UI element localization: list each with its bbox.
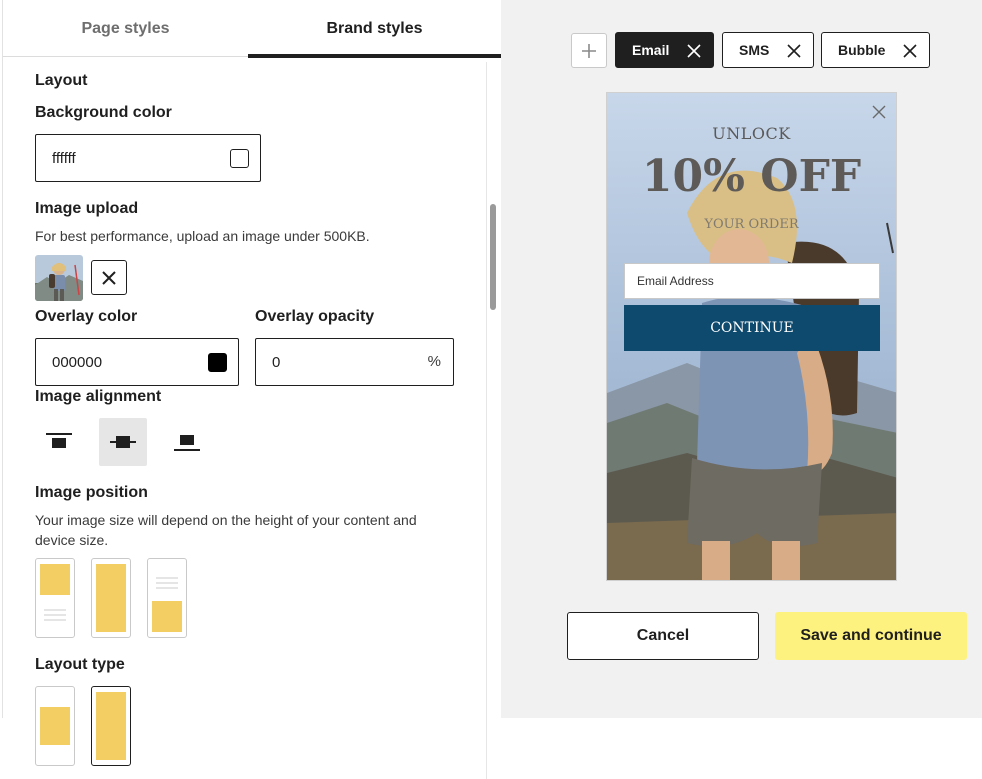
- align-bottom-button[interactable]: [163, 418, 211, 466]
- text-line: [156, 587, 178, 589]
- image-block: [40, 564, 70, 595]
- preview-email-input[interactable]: Email Address: [624, 263, 880, 299]
- align-top-icon: [46, 433, 72, 448]
- layout-type-label: Layout type: [35, 656, 125, 673]
- cancel-button[interactable]: Cancel: [567, 612, 759, 660]
- text-line: [156, 577, 178, 579]
- channel-chip-email[interactable]: Email: [615, 32, 714, 68]
- image-alignment-label: Image alignment: [35, 388, 162, 405]
- plus-icon: [582, 43, 596, 58]
- background-color-swatch[interactable]: [230, 149, 249, 168]
- image-position-bottom-option[interactable]: [147, 558, 187, 638]
- align-center-icon: [110, 436, 136, 448]
- popup-preview: UNLOCK 10% OFF YOUR ORDER Email Address …: [606, 92, 897, 581]
- layout-heading: Layout: [35, 72, 88, 89]
- align-center-button[interactable]: [99, 418, 147, 466]
- panel-border: [2, 0, 3, 718]
- overlay-opacity-label: Overlay opacity: [255, 308, 375, 325]
- overlay-opacity-input[interactable]: 0 %: [255, 338, 454, 386]
- image-position-full-option[interactable]: [91, 558, 131, 638]
- close-icon[interactable]: [687, 44, 701, 58]
- image-upload-help: For best performance, upload an image un…: [35, 228, 370, 244]
- text-line: [44, 609, 66, 611]
- tab-page-styles[interactable]: Page styles: [3, 0, 248, 57]
- background-color-input[interactable]: ffffff: [35, 134, 261, 182]
- image-upload-label: Image upload: [35, 200, 139, 217]
- image-position-label: Image position: [35, 484, 148, 501]
- save-and-continue-button[interactable]: Save and continue: [775, 612, 967, 660]
- overlay-opacity-value: 0: [272, 353, 281, 371]
- chip-label: Email: [632, 42, 670, 58]
- chip-label: SMS: [739, 42, 770, 58]
- overlay-color-input[interactable]: 000000: [35, 338, 239, 386]
- background-color-label: Background color: [35, 104, 172, 121]
- tab-brand-styles[interactable]: Brand styles: [248, 0, 501, 58]
- overlay-color-value: 000000: [52, 353, 103, 371]
- close-icon: [102, 270, 116, 285]
- style-tabs: Page styles Brand styles: [3, 0, 501, 58]
- image-position-help: Your image size will depend on the heigh…: [35, 512, 417, 548]
- remove-image-button[interactable]: [91, 260, 127, 295]
- image-position-top-option[interactable]: [35, 558, 75, 638]
- preview-headline-small: UNLOCK: [712, 124, 791, 143]
- align-bottom-icon: [174, 435, 200, 451]
- align-top-button[interactable]: [35, 418, 83, 466]
- background-color-value: ffffff: [52, 149, 76, 167]
- close-icon[interactable]: [903, 44, 917, 58]
- uploaded-image-thumbnail: [35, 255, 83, 301]
- style-panel: Page styles Brand styles Layout Backgrou…: [0, 0, 501, 779]
- email-placeholder: Email Address: [637, 274, 714, 288]
- chip-label: Bubble: [838, 42, 886, 58]
- channel-chip-bubble[interactable]: Bubble: [821, 32, 930, 68]
- image-block: [96, 564, 126, 632]
- add-channel-button[interactable]: [571, 33, 607, 68]
- close-icon[interactable]: [872, 105, 886, 119]
- overlay-color-label: Overlay color: [35, 308, 138, 325]
- overlay-color-swatch[interactable]: [208, 353, 227, 372]
- layout-type-inset-option[interactable]: [35, 686, 75, 766]
- scrollbar-track: [486, 62, 487, 779]
- preview-headline-big: 10% OFF: [641, 151, 862, 202]
- scrollbar-thumb[interactable]: [490, 204, 496, 310]
- image-block: [96, 692, 126, 760]
- preview-headline-sub: YOUR ORDER: [704, 217, 799, 232]
- text-line: [156, 582, 178, 584]
- preview-continue-button[interactable]: CONTINUE: [624, 305, 880, 351]
- text-line: [44, 614, 66, 616]
- image-block: [40, 707, 70, 745]
- opacity-unit: %: [427, 353, 441, 370]
- layout-type-full-option[interactable]: [91, 686, 131, 766]
- close-icon[interactable]: [787, 44, 801, 58]
- image-block: [152, 601, 182, 632]
- channel-chip-sms[interactable]: SMS: [722, 32, 814, 68]
- text-line: [44, 619, 66, 621]
